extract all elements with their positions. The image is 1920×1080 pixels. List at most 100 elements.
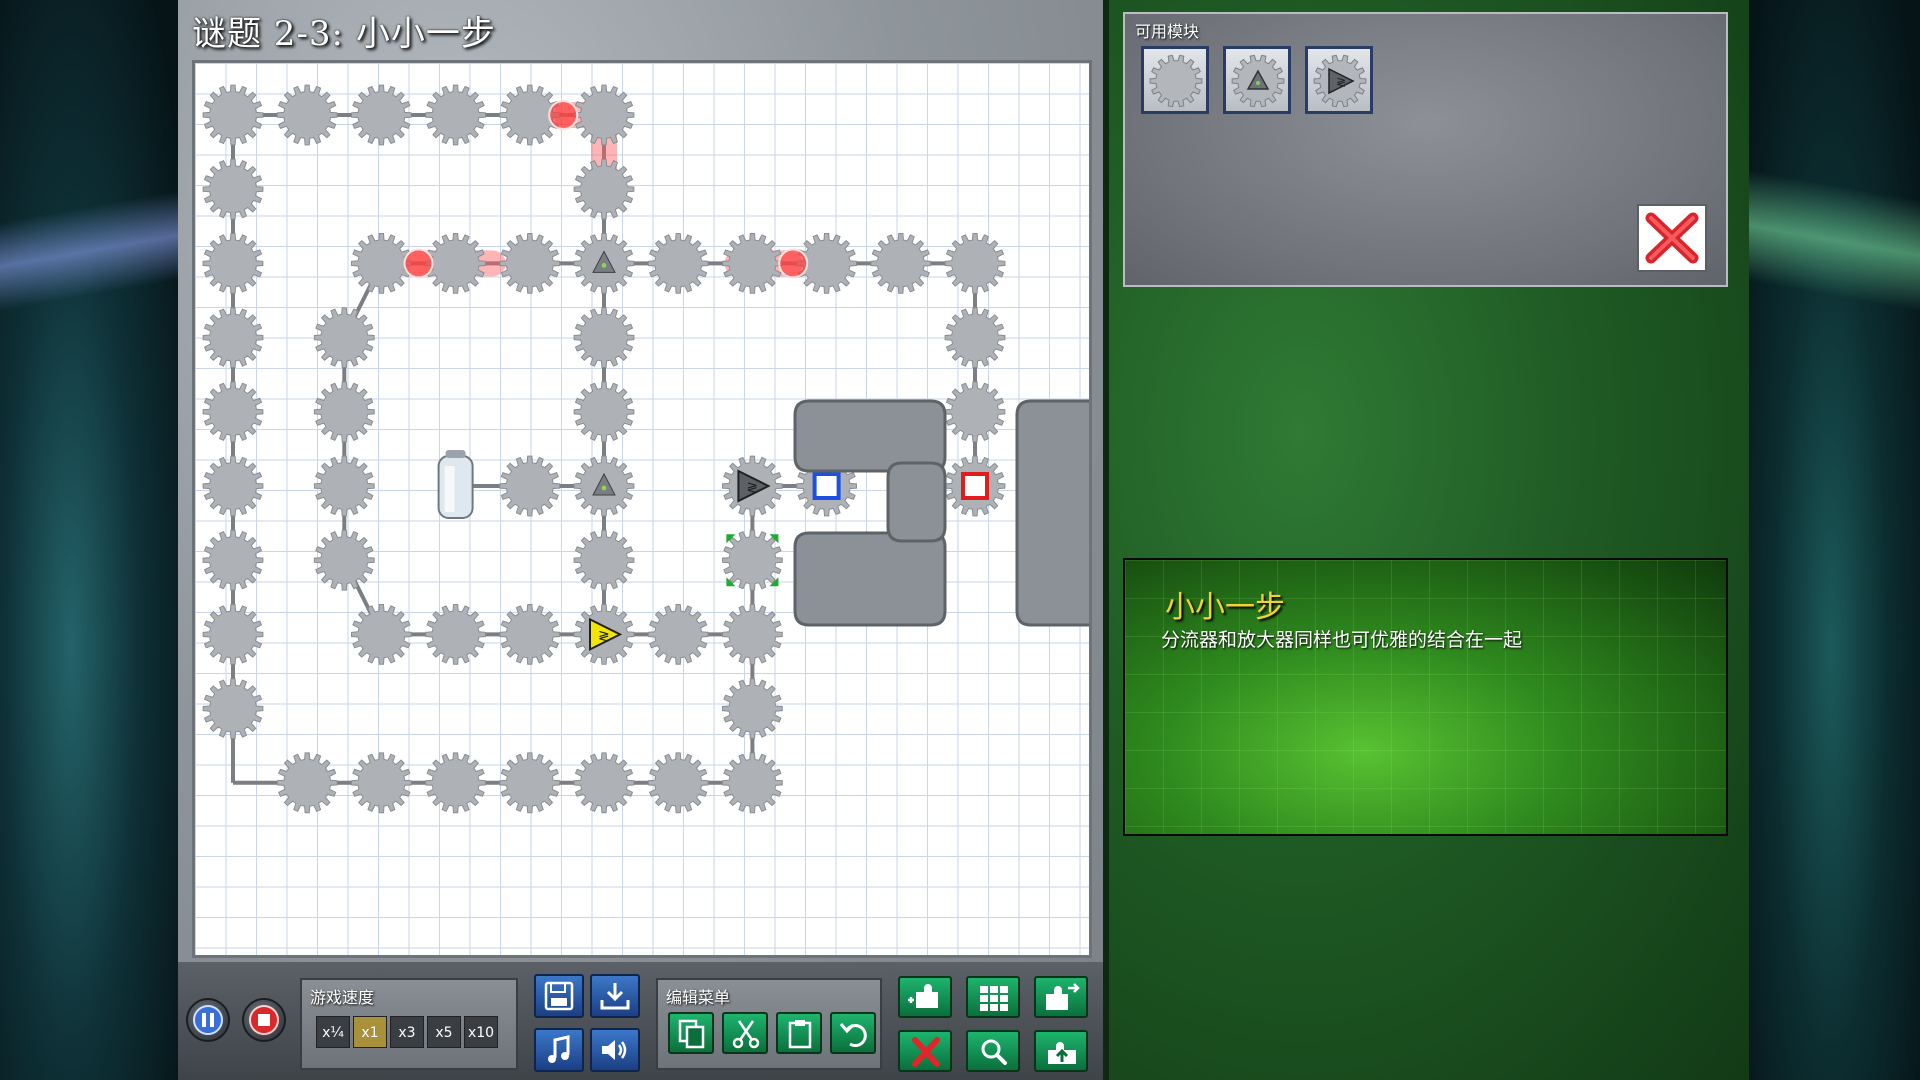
gear[interactable] [425, 752, 487, 814]
gear[interactable] [944, 307, 1006, 369]
close-icon [1645, 212, 1699, 264]
upload-piece-button[interactable] [1034, 1030, 1088, 1072]
red-x-icon [912, 1037, 940, 1067]
load-button[interactable] [590, 974, 640, 1018]
gear[interactable] [425, 84, 487, 146]
delete-button[interactable] [898, 1030, 952, 1072]
splitter-middle[interactable] [573, 455, 635, 517]
gear[interactable] [350, 604, 412, 665]
puzzle-piece-icon [908, 984, 938, 1008]
speed-x1-button[interactable]: x1 [353, 1016, 387, 1048]
gear[interactable] [202, 604, 264, 665]
module-slot-splitter[interactable] [1223, 46, 1291, 114]
gear[interactable] [313, 455, 375, 517]
puzzle-title: 谜题 2-3: 小小一步 [192, 14, 496, 54]
gear[interactable] [499, 455, 561, 517]
add-piece-right-button[interactable] [1034, 976, 1088, 1018]
laser-pulse [778, 248, 809, 279]
puzzle-upload-icon [1048, 1042, 1076, 1064]
svg-text:≷: ≷ [598, 628, 610, 644]
speed-quarter-button[interactable]: x¼ [316, 1016, 350, 1048]
gear[interactable] [944, 232, 1006, 294]
close-modules-button[interactable] [1637, 204, 1707, 272]
add-piece-left-button[interactable] [898, 976, 952, 1018]
gear[interactable] [722, 232, 783, 294]
gear[interactable] [499, 232, 561, 294]
paste-button[interactable] [776, 1012, 822, 1054]
speaker-icon [602, 1040, 627, 1060]
zoom-button[interactable] [966, 1030, 1020, 1072]
pause-icon [193, 1005, 223, 1035]
puzzle-piece-arrow-icon [1046, 983, 1080, 1010]
gear[interactable] [425, 232, 487, 294]
gear[interactable] [722, 752, 783, 814]
gear[interactable] [313, 381, 375, 443]
gear[interactable] [313, 307, 375, 369]
sound-button[interactable] [590, 1028, 640, 1072]
gear[interactable] [722, 678, 783, 739]
laser-pulse [548, 100, 579, 130]
gear[interactable] [573, 307, 635, 369]
gear[interactable] [870, 232, 932, 294]
gear[interactable] [722, 529, 783, 591]
gear[interactable] [573, 752, 635, 814]
gear[interactable] [499, 604, 561, 665]
download-icon [600, 983, 630, 1010]
gear[interactable] [647, 232, 709, 294]
cut-button[interactable] [722, 1012, 768, 1054]
gear[interactable] [313, 529, 375, 591]
music-button[interactable] [534, 1028, 584, 1072]
left-space-background [0, 0, 178, 1080]
gear[interactable] [202, 158, 264, 220]
speed-x5-button[interactable]: x5 [427, 1016, 461, 1048]
gear[interactable] [350, 84, 412, 146]
svg-text:≷: ≷ [746, 480, 758, 496]
save-button[interactable] [534, 974, 584, 1018]
gear[interactable] [647, 604, 709, 665]
gear[interactable] [499, 752, 561, 814]
gear[interactable] [202, 232, 264, 294]
stone-block-right [1015, 399, 1089, 627]
gear[interactable] [350, 752, 412, 814]
module-slot-gear[interactable] [1141, 46, 1209, 114]
gear[interactable] [202, 381, 264, 443]
grid-button[interactable] [966, 976, 1020, 1018]
speed-x3-button[interactable]: x3 [390, 1016, 424, 1048]
gear[interactable] [202, 84, 264, 146]
gear[interactable] [202, 529, 264, 591]
gear[interactable] [573, 529, 635, 591]
battery-source[interactable] [437, 450, 474, 519]
red-receiver[interactable] [944, 455, 1006, 517]
copy-button[interactable] [668, 1012, 714, 1054]
speed-x10-button[interactable]: x10 [464, 1016, 498, 1048]
gear[interactable] [647, 752, 709, 814]
grid-icon [980, 986, 1008, 1011]
gear[interactable] [722, 604, 783, 665]
pause-button[interactable] [186, 998, 230, 1042]
gear[interactable] [202, 307, 264, 369]
stone-block-middle [886, 461, 947, 543]
board-canvas[interactable]: ≷≷ [195, 63, 1092, 958]
gear[interactable] [202, 678, 264, 739]
modules-title: 可用模块 [1135, 22, 1200, 41]
gear[interactable] [573, 84, 635, 146]
red-receiver-icon [961, 472, 989, 500]
stone-block-bottom [793, 531, 947, 627]
game-speed-label: 游戏速度 [310, 988, 375, 1007]
gear[interactable] [425, 604, 487, 665]
gear[interactable] [573, 381, 635, 443]
gear[interactable] [944, 381, 1006, 443]
stop-button[interactable] [242, 998, 286, 1042]
amplifier-yellow[interactable]: ≷ [573, 604, 635, 665]
gear[interactable] [573, 158, 635, 220]
undo-button[interactable] [830, 1012, 876, 1054]
save-icon [544, 981, 574, 1011]
splitter-top[interactable] [573, 232, 635, 294]
gear[interactable] [276, 84, 338, 146]
module-slot-amplifier[interactable]: ≷ [1305, 46, 1373, 114]
gear[interactable] [276, 752, 338, 814]
gear[interactable] [350, 232, 412, 294]
amplifier-gray[interactable]: ≷ [722, 455, 783, 517]
gear[interactable] [202, 455, 264, 517]
puzzle-board[interactable]: ≷ ≷ [192, 60, 1092, 958]
